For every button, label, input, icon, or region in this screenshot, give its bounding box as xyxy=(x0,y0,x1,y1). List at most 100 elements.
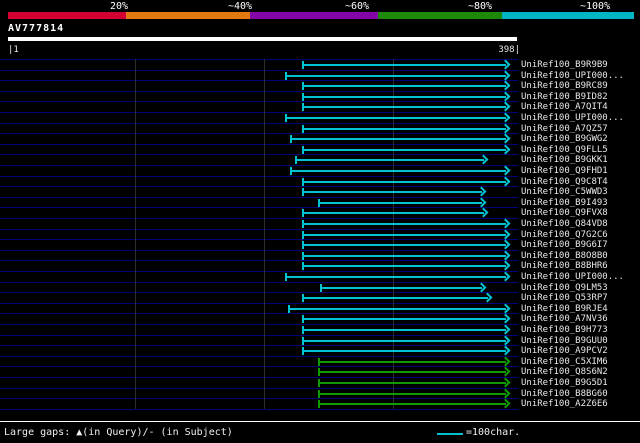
hit-accession-label[interactable]: UniRef100_C5WWD3 xyxy=(521,187,608,198)
hit-accession-label[interactable]: UniRef100_Q8S6N2 xyxy=(521,367,608,378)
alignment-bar[interactable] xyxy=(285,117,506,119)
hit-accession-label[interactable]: UniRef100_A2Z6E6 xyxy=(521,399,608,410)
alignment-start-tick xyxy=(302,230,304,239)
hit-accession-label[interactable]: UniRef100_Q7G2C6 xyxy=(521,230,608,241)
alignment-row: UniRef100_B8BHR6 xyxy=(0,260,640,272)
alignment-start-tick xyxy=(302,103,304,112)
alignment-arrowhead-icon xyxy=(500,398,511,409)
alignment-arrowhead-icon xyxy=(500,271,511,282)
alignment-start-tick xyxy=(302,188,304,197)
alignment-start-tick xyxy=(302,92,304,101)
hit-accession-label[interactable]: UniRef100_UPI000... xyxy=(521,113,624,124)
alignment-row: UniRef100_A9PCV2 xyxy=(0,345,640,357)
alignment-arrowhead-icon xyxy=(500,112,511,123)
hit-accession-label[interactable]: UniRef100_B8BG60 xyxy=(521,389,608,400)
alignment-bar[interactable] xyxy=(285,74,506,77)
hit-accession-label[interactable]: UniRef100_B8O8B0 xyxy=(521,251,608,262)
alignment-bar[interactable] xyxy=(302,106,506,109)
alignment-row: UniRef100_B9ID82 xyxy=(0,91,640,103)
hit-accession-label[interactable]: UniRef100_A7QIT4 xyxy=(521,102,608,113)
alignment-row: UniRef100_B9GKK1 xyxy=(0,154,640,166)
alignment-bar[interactable] xyxy=(302,244,506,247)
alignment-bar[interactable] xyxy=(302,191,482,194)
alignment-bar[interactable] xyxy=(288,307,506,310)
alignment-start-tick xyxy=(302,262,304,271)
alignment-start-tick xyxy=(302,220,304,228)
alignment-bar[interactable] xyxy=(302,329,506,331)
alignment-bar[interactable] xyxy=(302,212,484,215)
alignment-bar[interactable] xyxy=(302,254,506,257)
alignment-bar[interactable] xyxy=(302,64,506,66)
alignment-bar[interactable] xyxy=(302,265,506,268)
alignment-bar[interactable] xyxy=(302,339,506,342)
alignment-arrowhead-icon xyxy=(500,176,511,187)
alignment-row: UniRef100_Q7G2C6 xyxy=(0,229,640,241)
alignment-start-tick xyxy=(290,135,292,144)
alignment-bar[interactable] xyxy=(302,95,506,98)
hit-accession-label[interactable]: UniRef100_C5XIM6 xyxy=(521,357,608,368)
hit-accession-label[interactable]: UniRef100_B9RJE4 xyxy=(521,304,608,315)
hit-accession-label[interactable]: UniRef100_Q9FLL5 xyxy=(521,145,608,156)
hit-accession-label[interactable]: UniRef100_B9R9B9 xyxy=(521,60,608,71)
alignment-bar[interactable] xyxy=(302,350,506,353)
identity-60-80-segment xyxy=(378,12,502,19)
alignment-row: UniRef100_B8BG60 xyxy=(0,388,640,400)
alignment-bar[interactable] xyxy=(318,392,506,395)
alignment-bar[interactable] xyxy=(302,127,506,130)
alignment-arrowhead-icon xyxy=(500,366,511,377)
alignment-row: UniRef100_Q9FLL5 xyxy=(0,144,640,156)
hit-accession-label[interactable]: UniRef100_B8BHR6 xyxy=(521,261,608,272)
alignment-arrowhead-icon xyxy=(478,154,489,165)
hit-accession-label[interactable]: UniRef100_A7NV36 xyxy=(521,314,608,325)
alignment-bar[interactable] xyxy=(320,286,482,289)
alignment-bar[interactable] xyxy=(285,276,506,278)
alignment-bar[interactable] xyxy=(318,201,482,204)
alignment-bar[interactable] xyxy=(318,360,506,363)
hit-accession-label[interactable]: UniRef100_Q9LM53 xyxy=(521,283,608,294)
alignment-arrowhead-icon xyxy=(500,239,511,250)
alignment-bar[interactable] xyxy=(302,180,506,183)
scale-label: ~80% xyxy=(468,1,493,12)
alignment-start-tick xyxy=(302,177,304,186)
alignment-row: UniRef100_B9G6I7 xyxy=(0,239,640,251)
alignment-row: UniRef100_B9RC89 xyxy=(0,80,640,92)
hit-accession-label[interactable]: UniRef100_UPI000... xyxy=(521,272,624,283)
hit-accession-label[interactable]: UniRef100_A9PCV2 xyxy=(521,346,608,357)
alignment-bar[interactable] xyxy=(290,170,506,172)
alignment-bar[interactable] xyxy=(302,318,506,321)
hit-accession-label[interactable]: UniRef100_B9ID82 xyxy=(521,92,608,103)
hit-accession-label[interactable]: UniRef100_B9RC89 xyxy=(521,81,608,92)
alignment-bar[interactable] xyxy=(318,403,506,406)
hit-accession-label[interactable]: UniRef100_Q9FVX8 xyxy=(521,208,608,219)
hit-accession-label[interactable]: UniRef100_B9GWG2 xyxy=(521,134,608,145)
hit-accession-label[interactable]: UniRef100_Q84VD8 xyxy=(521,219,608,230)
alignment-bar[interactable] xyxy=(302,85,506,88)
hit-accession-label[interactable]: UniRef100_UPI000... xyxy=(521,71,624,82)
alignment-bar[interactable] xyxy=(302,233,506,236)
alignment-bar[interactable] xyxy=(318,371,506,374)
alignment-arrowhead-icon xyxy=(500,133,511,144)
hit-accession-label[interactable]: UniRef100_B9G6I7 xyxy=(521,240,608,251)
alignment-arrowhead-icon xyxy=(500,260,511,271)
hit-accession-label[interactable]: UniRef100_B9H773 xyxy=(521,325,608,336)
hit-accession-label[interactable]: UniRef100_B9I493 xyxy=(521,198,608,209)
hit-accession-label[interactable]: UniRef100_A7QZ57 xyxy=(521,124,608,135)
hit-accession-label[interactable]: UniRef100_B9GUU0 xyxy=(521,336,608,347)
hit-accession-label[interactable]: UniRef100_Q9C8T4 xyxy=(521,177,608,188)
alignment-arrowhead-icon xyxy=(500,80,511,91)
alignment-bar[interactable] xyxy=(302,223,506,225)
alignment-bar[interactable] xyxy=(302,148,506,151)
alignment-start-tick xyxy=(288,304,290,313)
alignment-start-tick xyxy=(290,167,292,175)
alignment-bar[interactable] xyxy=(295,159,484,162)
alignment-bar[interactable] xyxy=(318,382,506,384)
alignment-bar[interactable] xyxy=(302,297,488,300)
hit-accession-label[interactable]: UniRef100_Q53RP7 xyxy=(521,293,608,304)
hit-accession-label[interactable]: UniRef100_B9GKK1 xyxy=(521,155,608,166)
hit-accession-label[interactable]: UniRef100_B9G5D1 xyxy=(521,378,608,389)
alignment-arrowhead-icon xyxy=(500,70,511,81)
alignment-start-tick xyxy=(285,273,287,281)
alignment-bar[interactable] xyxy=(290,138,506,141)
hit-accession-label[interactable]: UniRef100_Q9FHD1 xyxy=(521,166,608,177)
alignment-row: UniRef100_B9I493 xyxy=(0,197,640,209)
